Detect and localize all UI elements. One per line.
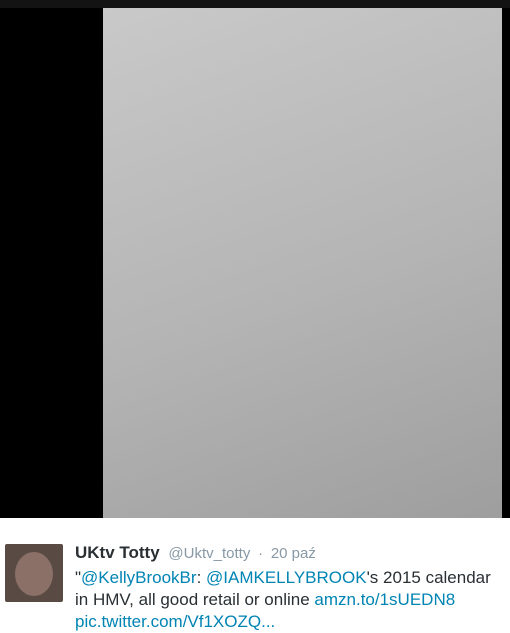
tweet: UKtv Totty @Uktv_totty · 20 paź "@KellyB… [0, 536, 510, 631]
pic-link[interactable]: pic.twitter.com/Vf1XOZQ... [75, 612, 275, 631]
avatar[interactable] [5, 544, 63, 602]
media-top-strip [0, 0, 510, 8]
tweet-text-fragment: in HMV, all good retail or online [75, 590, 315, 609]
avatar-image [15, 552, 53, 596]
tweet-text-line-2: in HMV, all good retail or online amzn.t… [75, 589, 510, 611]
colon: : [196, 568, 207, 587]
tweet-photo[interactable] [103, 8, 502, 518]
tweet-media[interactable] [0, 8, 510, 518]
mention-kellybrookbr[interactable]: @KellyBrookBr [81, 568, 197, 587]
mention-iamkellybrook[interactable]: @IAMKELLYBROOK [206, 568, 367, 587]
tweet-timestamp[interactable]: 20 paź [271, 545, 316, 562]
tweet-text-line-1: "@KellyBrookBr: @IAMKELLYBROOK's 2015 ca… [75, 567, 510, 589]
tweet-text-line-3: pic.twitter.com/Vf1XOZQ... [75, 611, 510, 633]
screen-name[interactable]: @Uktv_totty [168, 545, 250, 562]
display-name[interactable]: UKtv Totty [75, 543, 160, 562]
tweet-text-fragment: 's 2015 calendar [366, 568, 491, 587]
tweet-text: "@KellyBrookBr: @IAMKELLYBROOK's 2015 ca… [75, 567, 510, 633]
amzn-link[interactable]: amzn.to/1sUEDN8 [314, 590, 455, 609]
tweet-header: UKtv Totty @Uktv_totty · 20 paź [75, 543, 316, 563]
header-separator: · [258, 545, 264, 562]
